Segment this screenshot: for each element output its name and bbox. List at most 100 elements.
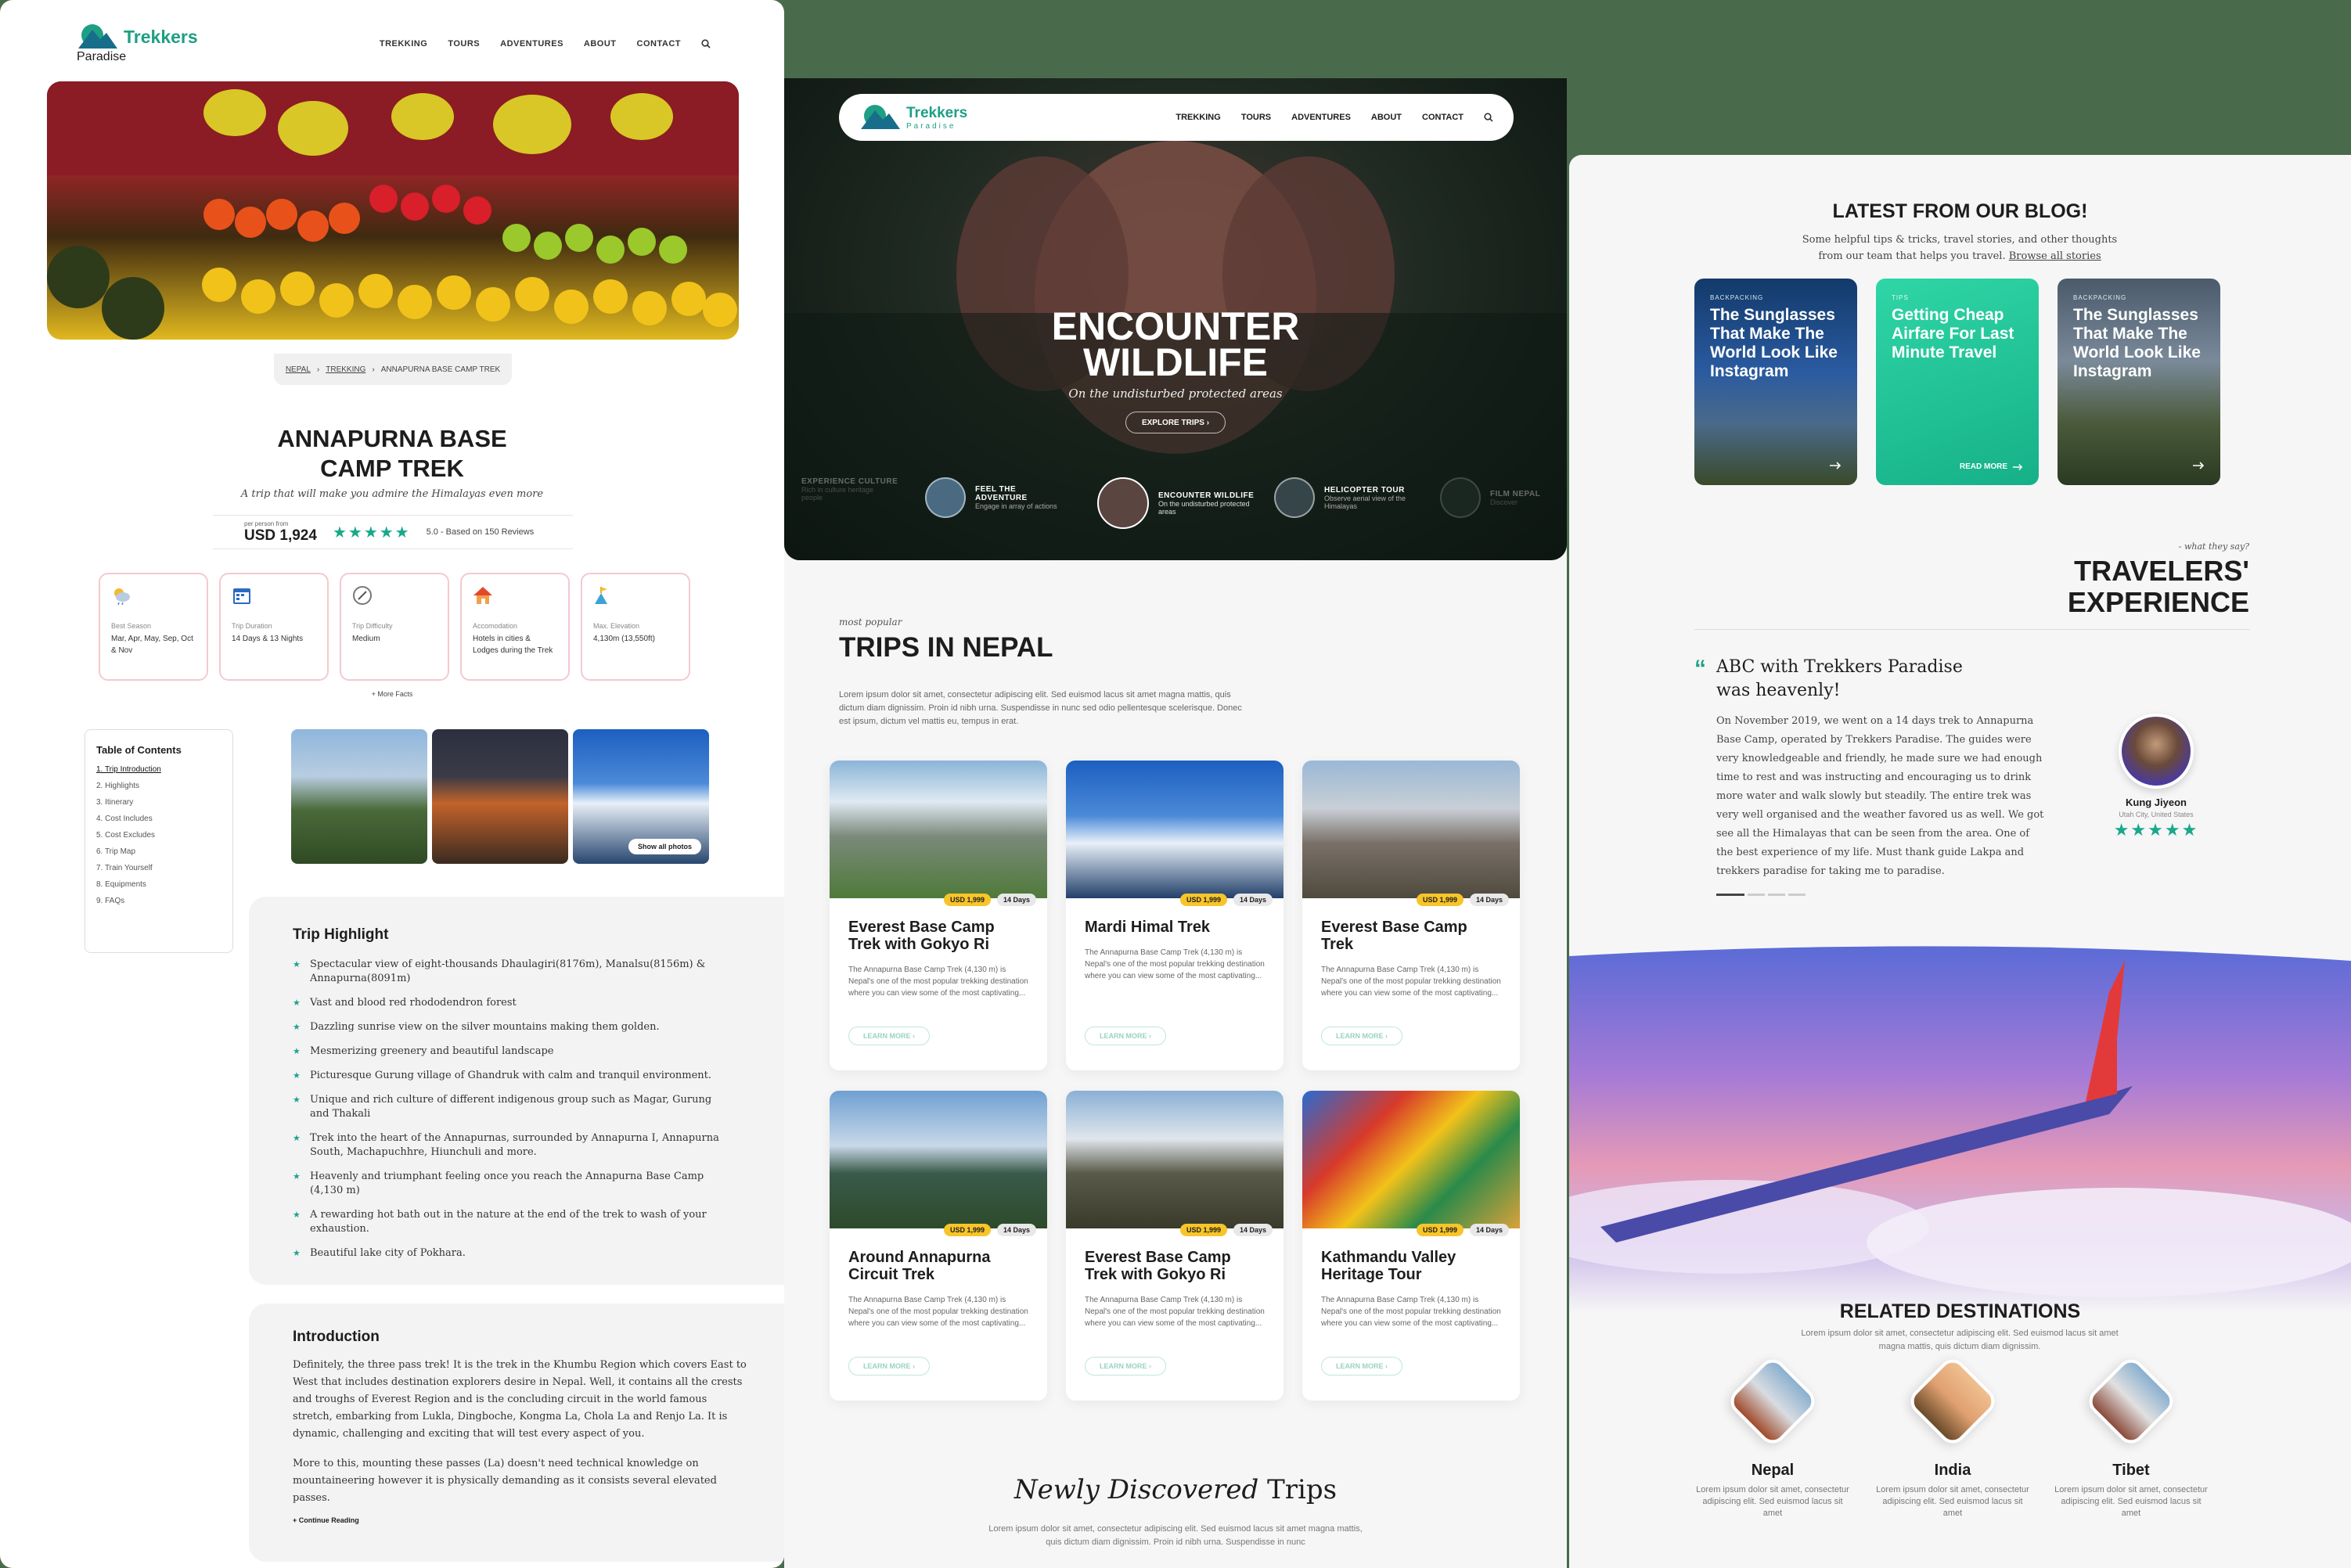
trip-highlight-section: Trip Highlight Spectacular view of eight…: [249, 897, 784, 1285]
feature-film-nepal[interactable]: FILM NEPAL Discover: [1440, 477, 1567, 518]
nav-adventures[interactable]: ADVENTURES: [500, 39, 563, 49]
destination-tibet[interactable]: Tibet Lorem ipsum dolor sit amet, consec…: [2053, 1354, 2209, 1519]
learn-more-button[interactable]: LEARN MORE ›: [1321, 1357, 1402, 1376]
feature-helicopter-tour[interactable]: HELICOPTER TOUR Observe aerial view of th…: [1274, 477, 1418, 518]
breadcrumb-nepal[interactable]: NEPAL: [286, 365, 311, 374]
breadcrumb: NEPAL › TREKKING › ANNAPURNA BASE CAMP TRE…: [274, 354, 512, 385]
highlight-item: Unique and rich culture of different ind…: [293, 1093, 731, 1121]
brand-name: Trekkers: [906, 104, 968, 121]
hero-title-line2: WILDLIFE: [1082, 340, 1269, 384]
carousel-dot[interactable]: [1768, 894, 1785, 896]
carousel-dot[interactable]: [1748, 894, 1765, 896]
destination-nepal[interactable]: Nepal Lorem ipsum dolor sit amet, consec…: [1694, 1354, 1851, 1519]
trip-card[interactable]: USD 1,999 14 Days Kathmandu Valley Herita…: [1302, 1091, 1520, 1401]
floating-nav: Trekkers Paradise TREKKING TOURS ADVENTU…: [839, 94, 1514, 141]
trip-card[interactable]: USD 1,999 14 Days Around Annapurna Circui…: [830, 1091, 1047, 1401]
nav-adventures[interactable]: ADVENTURES: [1291, 113, 1351, 122]
trip-facts: Best Season Mar, Apr, May, Sep, Oct & No…: [99, 573, 690, 681]
feature-desc: Discover: [1490, 498, 1518, 506]
trip-description: The Annapurna Base Camp Trek (4,130 m) i…: [848, 1296, 1028, 1328]
learn-more-button[interactable]: LEARN MORE ›: [1085, 1357, 1166, 1376]
breadcrumb-trekking[interactable]: TREKKING: [326, 365, 365, 374]
trip-photo: USD 1,999 14 Days: [1066, 761, 1284, 906]
toc-item[interactable]: 3. Itinerary: [96, 798, 221, 807]
nav-about[interactable]: ABOUT: [584, 39, 617, 49]
highlight-item: Spectacular view of eight-thousands Dhau…: [293, 958, 731, 986]
trip-card[interactable]: USD 1,999 14 Days Everest Base Camp Trek …: [1302, 761, 1520, 1070]
blog-category: BACKPACKING: [2073, 294, 2127, 301]
toc-item[interactable]: 5. Cost Excludes: [96, 831, 221, 840]
trip-title[interactable]: Around Annapurna Circuit Trek: [830, 1228, 1047, 1283]
blog-title: LATEST FROM OUR BLOG!: [1832, 200, 2088, 222]
new-trips-title: Newly Discovered Trips: [784, 1474, 1567, 1505]
feature-experience-culture[interactable]: EXPERIENCE CULTURE Rich in culture herita…: [801, 477, 898, 502]
gallery-photo[interactable]: [432, 729, 568, 864]
destination-desc: Lorem ipsum dolor sit amet, consectetur …: [2054, 1485, 2208, 1518]
trip-title[interactable]: Everest Base Camp Trek with Gokyo Ri: [1066, 1228, 1284, 1283]
arrow-right-icon[interactable]: [2192, 462, 2205, 469]
learn-more-button[interactable]: LEARN MORE ›: [1085, 1027, 1166, 1045]
toc-item[interactable]: 6. Trip Map: [96, 847, 221, 856]
learn-more-button[interactable]: LEARN MORE ›: [1321, 1027, 1402, 1045]
destination-name: Nepal: [1751, 1462, 1795, 1479]
rating-text: 5.0 - Based on 150 Reviews: [426, 527, 535, 537]
toc-item[interactable]: 4. Cost Includes: [96, 815, 221, 823]
trip-card[interactable]: USD 1,999 14 Days Everest Base Camp Trek …: [830, 761, 1047, 1070]
trip-photo: USD 1,999 14 Days: [830, 1091, 1047, 1236]
toc-item[interactable]: 8. Equipments: [96, 880, 221, 889]
search-icon[interactable]: [1484, 113, 1493, 122]
feature-title: EXPERIENCE CULTURE: [801, 477, 898, 486]
trip-title[interactable]: Kathmandu Valley Heritage Tour: [1302, 1228, 1520, 1283]
quote-icon: “: [1694, 656, 1706, 682]
toc-item[interactable]: 1. Trip Introduction: [96, 765, 221, 774]
toc-item[interactable]: 9. FAQs: [96, 897, 221, 905]
carousel-dot[interactable]: [1788, 894, 1806, 896]
nav-contact[interactable]: CONTACT: [637, 39, 681, 49]
section-description: Lorem ipsum dolor sit amet, consectetur …: [839, 690, 1242, 726]
carousel-dot-active[interactable]: [1716, 894, 1744, 896]
destination-india[interactable]: India Lorem ipsum dolor sit amet, consec…: [1874, 1354, 2031, 1519]
trip-description: The Annapurna Base Camp Trek (4,130 m) i…: [848, 966, 1028, 998]
nav-trekking[interactable]: TREKKING: [380, 39, 427, 49]
explore-trips-button[interactable]: EXPLORE TRIPS ›: [1125, 412, 1226, 433]
trip-title[interactable]: Everest Base Camp Trek: [1302, 898, 1520, 953]
gallery-photo[interactable]: [291, 729, 427, 864]
feature-encounter-wildlife[interactable]: ENCOUNTER WILDLIFE On the undisturbed pro…: [1097, 477, 1254, 529]
more-facts-link[interactable]: + More Facts: [0, 690, 784, 698]
browse-stories-link[interactable]: Browse all stories: [2009, 250, 2101, 262]
search-icon[interactable]: [701, 39, 711, 49]
trip-card[interactable]: USD 1,999 14 Days Everest Base Camp Trek …: [1066, 1091, 1284, 1401]
blog-card[interactable]: BACKPACKING The Sunglasses That Make The…: [1694, 279, 1857, 485]
nav-tours[interactable]: TOURS: [448, 39, 480, 49]
trip-card[interactable]: USD 1,999 14 Days Mardi Himal Trek The An…: [1066, 761, 1284, 1070]
nav-trekking[interactable]: TREKKING: [1176, 113, 1220, 122]
feature-desc: Observe aerial view of the Himalayas: [1324, 494, 1406, 510]
brand-logo[interactable]: Trekkers Paradise: [77, 23, 198, 64]
learn-more-button[interactable]: LEARN MORE ›: [848, 1027, 930, 1045]
feature-title: HELICOPTER TOUR: [1324, 485, 1405, 494]
blog-category: BACKPACKING: [1710, 294, 1764, 301]
trip-title[interactable]: Everest Base Camp Trek with Gokyo Ri: [830, 898, 1047, 953]
blog-card[interactable]: TIPS Getting Cheap Airfare For Last Minu…: [1876, 279, 2039, 485]
continue-reading-link[interactable]: + Continue Reading: [293, 1516, 750, 1524]
blog-card[interactable]: BACKPACKING The Sunglasses That Make The…: [2058, 279, 2220, 485]
nav-tours[interactable]: TOURS: [1241, 113, 1271, 122]
fact-value: Mar, Apr, May, Sep, Oct & Nov: [111, 635, 193, 655]
blog-card-title: The Sunglasses That Make The World Look …: [2073, 306, 2201, 380]
show-all-photos-button[interactable]: Show all photos: [628, 839, 701, 854]
trip-description: The Annapurna Base Camp Trek (4,130 m) i…: [1085, 1296, 1265, 1328]
brand-logo[interactable]: Trekkers Paradise: [859, 104, 967, 131]
toc-item[interactable]: 2. Highlights: [96, 782, 221, 790]
nav-about[interactable]: ABOUT: [1371, 113, 1402, 122]
toc-item[interactable]: 7. Train Yourself: [96, 864, 221, 872]
arrow-right-icon[interactable]: [1829, 462, 1842, 469]
days-badge: 14 Days: [1233, 1224, 1273, 1236]
nav-contact[interactable]: CONTACT: [1422, 113, 1464, 122]
gallery-photo[interactable]: Show all photos: [573, 729, 709, 864]
learn-more-button[interactable]: LEARN MORE ›: [848, 1357, 930, 1376]
intro-title: Introduction: [293, 1329, 380, 1345]
read-more-link[interactable]: READ MORE: [1960, 462, 2023, 471]
testimonial-title-line1: TRAVELERS': [2074, 555, 2249, 587]
feature-feel-adventure[interactable]: FEEL THE ADVENTURE Engage in array of act…: [925, 477, 1069, 518]
rating-stars-icon: ★★★★★: [2113, 820, 2199, 840]
